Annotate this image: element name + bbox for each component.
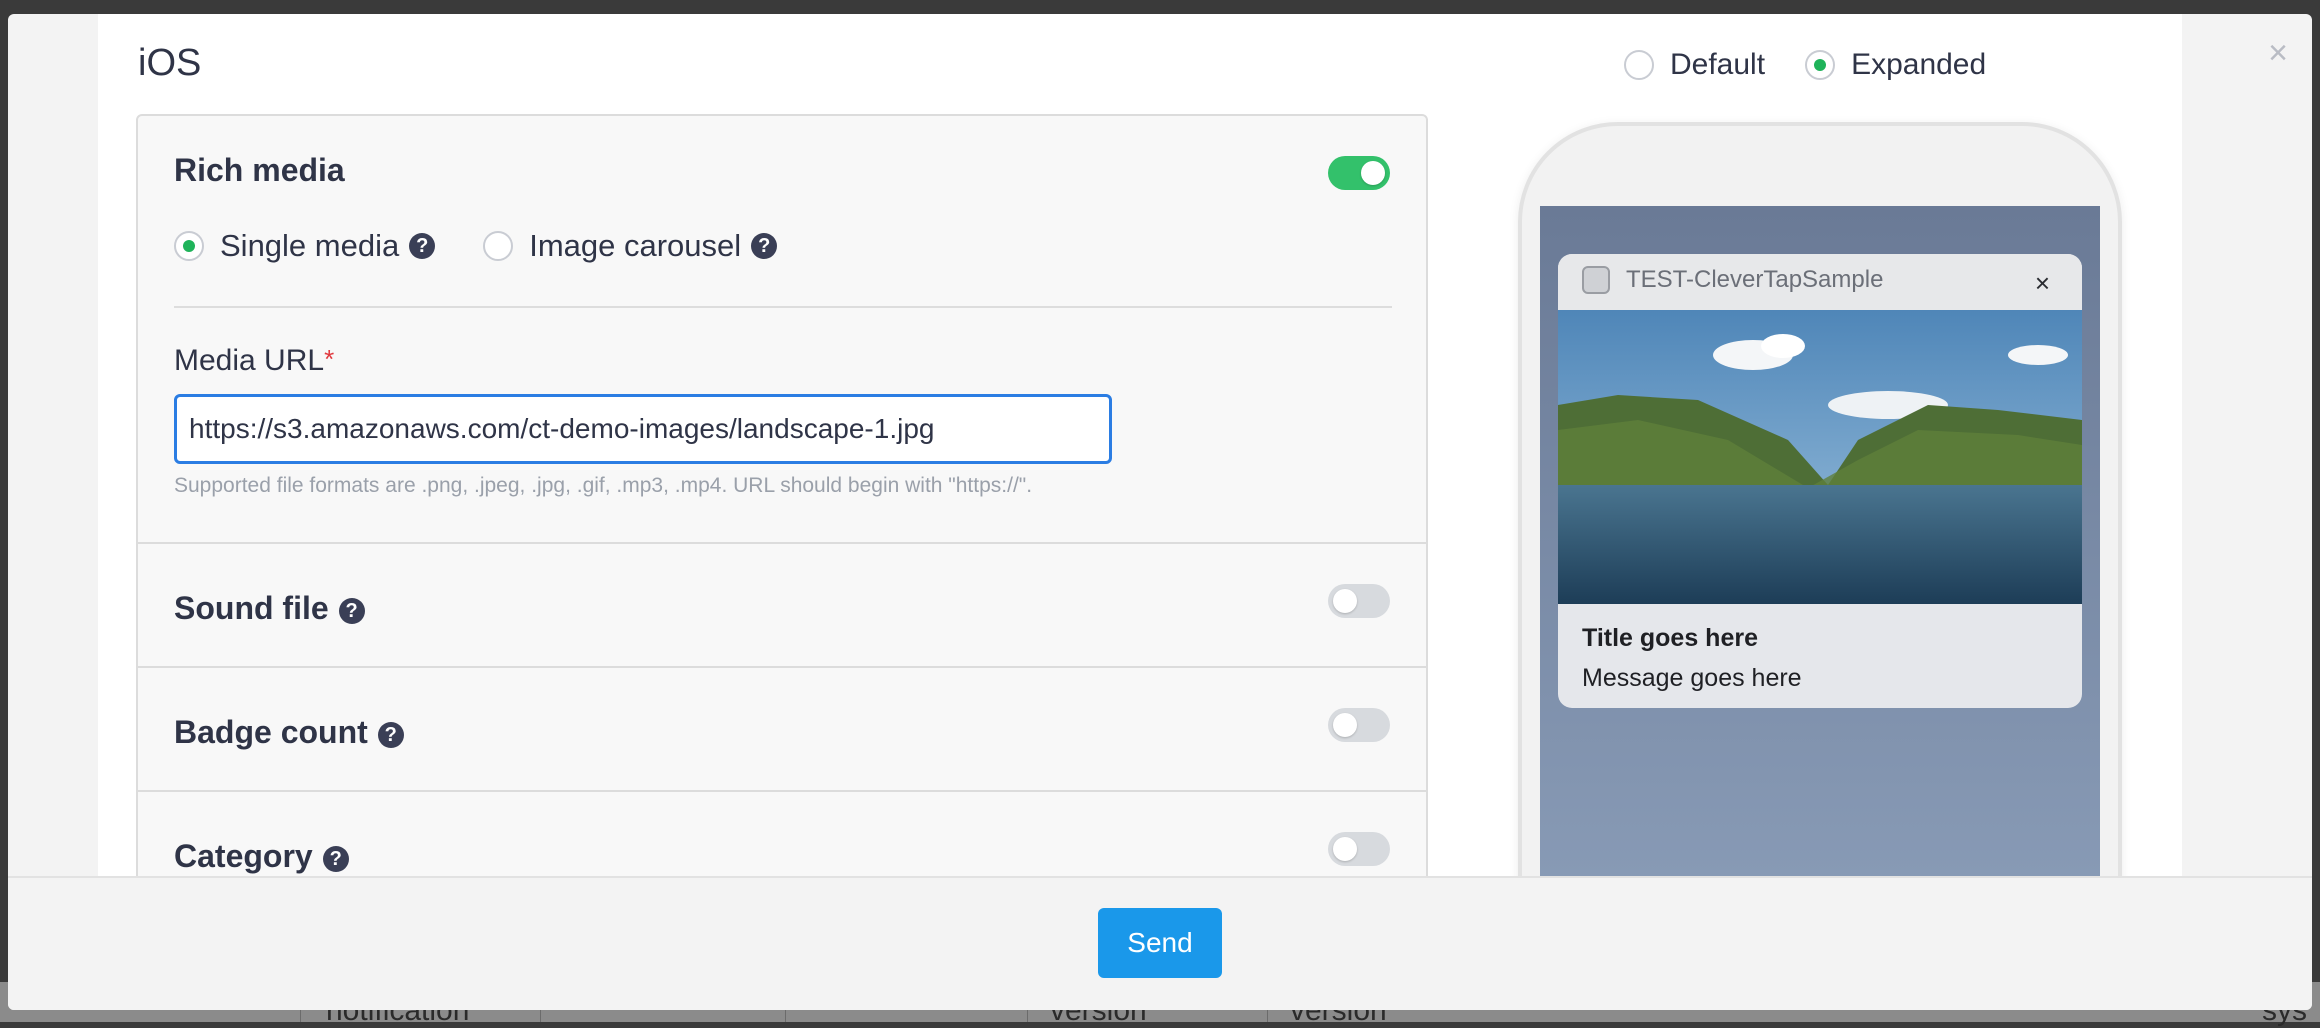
view-mode-radio-group: Default Expanded [1624, 48, 1986, 82]
category-title-text: Category [174, 838, 313, 874]
media-url-input[interactable] [174, 394, 1112, 464]
default-view-label[interactable]: Default [1670, 48, 1765, 82]
row-divider [138, 790, 1426, 792]
required-indicator: * [324, 344, 335, 374]
badge-count-toggle[interactable] [1328, 708, 1390, 742]
ios-settings-modal: iOS Default Expanded Rich media Single m… [8, 14, 2312, 1010]
media-url-label-text: Media URL [174, 344, 325, 377]
category-title: Category? [174, 838, 349, 875]
single-media-radio[interactable] [174, 231, 204, 261]
sound-file-title-text: Sound file [174, 590, 329, 626]
media-url-hint: Supported file formats are .png, .jpeg, … [174, 474, 1033, 497]
expanded-view-label[interactable]: Expanded [1851, 48, 1986, 82]
image-carousel-radio[interactable] [483, 231, 514, 261]
toggle-knob [1333, 837, 1357, 861]
notification-title: Title goes here [1582, 624, 1758, 652]
category-toggle[interactable] [1328, 832, 1390, 866]
app-icon [1582, 266, 1610, 294]
send-button[interactable]: Send [1098, 908, 1222, 978]
section-divider [174, 306, 1392, 308]
options-panel: Rich media Single media ? Image carousel… [136, 114, 1428, 914]
expanded-view-radio[interactable] [1805, 50, 1836, 80]
modal-content: iOS Default Expanded Rich media Single m… [98, 14, 2182, 1010]
sound-file-help-icon[interactable]: ? [338, 597, 365, 624]
badge-count-title-text: Badge count [174, 714, 368, 750]
toggle-knob [1361, 161, 1385, 185]
single-media-label[interactable]: Single media [220, 228, 399, 264]
close-icon[interactable]: × [2035, 268, 2050, 299]
default-view-radio[interactable] [1624, 50, 1654, 80]
rich-media-title: Rich media [174, 152, 345, 188]
sound-file-title: Sound file? [174, 590, 365, 627]
toggle-knob [1333, 589, 1357, 613]
notification-header: TEST-CleverTapSample × [1558, 254, 2082, 310]
modal-close-icon[interactable]: × [2268, 34, 2288, 73]
toggle-knob [1333, 713, 1357, 737]
landscape-image-icon [1558, 310, 2082, 604]
category-help-icon[interactable]: ? [322, 845, 349, 872]
single-media-help-icon[interactable]: ? [409, 233, 436, 259]
badge-count-help-icon[interactable]: ? [377, 721, 404, 748]
app-name: TEST-CleverTapSample [1626, 266, 1884, 293]
row-divider [138, 666, 1426, 668]
rich-media-toggle[interactable] [1328, 156, 1390, 190]
image-carousel-label[interactable]: Image carousel [529, 228, 741, 264]
image-carousel-help-icon[interactable]: ? [751, 233, 778, 259]
media-url-label: Media URL* [174, 344, 334, 378]
notification-preview: TEST-CleverTapSample × Title goes here M… [1558, 254, 2082, 708]
sound-file-toggle[interactable] [1328, 584, 1390, 618]
badge-count-title: Badge count? [174, 714, 404, 751]
modal-footer: Send [8, 876, 2312, 1010]
media-type-radio-group: Single media ? Image carousel ? [174, 228, 778, 264]
platform-title: iOS [138, 42, 202, 84]
row-divider [138, 542, 1426, 544]
notification-message: Message goes here [1582, 664, 1802, 692]
